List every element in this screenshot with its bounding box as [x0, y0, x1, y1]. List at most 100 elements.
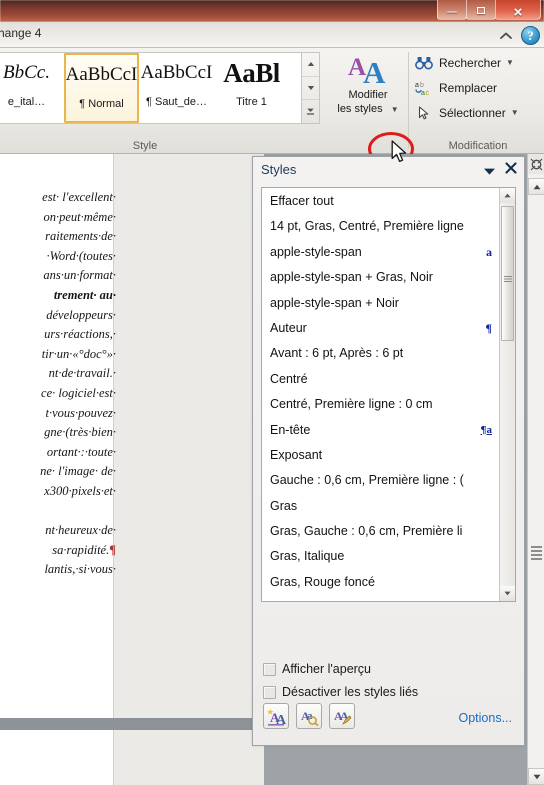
minimize-button[interactable]: ─ — [437, 0, 467, 20]
pane-close-icon[interactable] — [505, 162, 517, 176]
styles-list-scrollbar[interactable] — [499, 188, 515, 601]
styles-list-item-label: En-tête — [270, 422, 311, 437]
document-line-bold: trement· au· — [53, 287, 116, 302]
document-line: x300·pixels·et· — [44, 483, 116, 498]
styles-list-item[interactable]: Exposant — [262, 443, 499, 468]
modify-styles-label-2-text: les styles — [337, 103, 383, 115]
gallery-scroll-up-icon[interactable] — [302, 53, 319, 77]
help-icon[interactable]: ? — [521, 26, 540, 45]
document-line: ne· l'image· de· — [40, 464, 116, 479]
styles-list-item[interactable]: 14 pt, Gras, Centré, Première ligne — [262, 214, 499, 239]
styles-list-item[interactable]: Avant : 6 pt, Après : 6 pt — [262, 341, 499, 366]
styles-list-item-label: 14 pt, Gras, Centré, Première ligne — [270, 219, 464, 234]
styles-list-item[interactable]: Gras — [262, 494, 499, 519]
gallery-item-0[interactable]: BbCc. e_ital… — [0, 53, 64, 123]
document-background-2 — [114, 730, 264, 785]
styles-list-item[interactable]: Auteur ¶ — [262, 316, 499, 341]
styles-list-item[interactable]: apple-style-span + Noir — [262, 291, 499, 316]
styles-gallery[interactable]: BbCc. e_ital… AaBbCcI ¶ Normal AaBbCcI ¶… — [0, 52, 302, 124]
styles-list-item[interactable]: apple-style-span + Gras, Noir — [262, 265, 499, 290]
document-page-2[interactable] — [0, 730, 114, 785]
styles-list-item[interactable]: Centré — [262, 367, 499, 392]
find-button[interactable]: Rechercher ▼ — [412, 50, 544, 75]
replace-button[interactable]: a b a c Remplacer — [412, 75, 544, 100]
document-line: t·vous·pouvez· — [45, 405, 116, 420]
styles-list-item[interactable]: Gauche : 0,6 cm, Première ligne : ( — [262, 468, 499, 493]
ribbon: BbCc. e_ital… AaBbCcI ¶ Normal AaBbCcI ¶… — [0, 48, 544, 203]
tab-label[interactable]: hange 4 — [0, 26, 41, 40]
manage-styles-button[interactable]: A A — [329, 703, 355, 729]
scrollbar-thumb[interactable] — [531, 546, 542, 560]
show-preview-checkbox-row[interactable]: Afficher l'aperçu — [263, 662, 371, 676]
styles-list-item-label: apple-style-span — [270, 244, 362, 259]
disable-linked-styles-checkbox[interactable] — [263, 685, 276, 699]
select-button[interactable]: Sélectionner ▼ — [412, 100, 544, 125]
styles-list-item-label: Italique — [270, 595, 310, 601]
ribbon-group-style: BbCc. e_ital… AaBbCcI ¶ Normal AaBbCcI ¶… — [0, 48, 399, 154]
style-inspector-button[interactable]: A a — [296, 703, 322, 729]
styles-list-item[interactable]: Effacer tout — [262, 189, 499, 214]
gallery-scrollbar[interactable] — [302, 52, 320, 124]
gallery-scroll-down-icon[interactable] — [302, 77, 319, 101]
styles-list-item[interactable]: En-tête ¶a — [262, 418, 499, 443]
document-line: sa·rapidité.¶ — [52, 542, 116, 557]
close-icon: × — [513, 4, 523, 21]
gallery-item-normal[interactable]: AaBbCcI ¶ Normal — [64, 53, 139, 123]
document-line: trement· au· — [0, 286, 116, 306]
document-scrollbar[interactable] — [527, 154, 544, 785]
gallery-label: ¶ Saut_de… — [146, 96, 207, 108]
ribbon-tab-strip: hange 4 ? — [0, 22, 544, 48]
list-scroll-down-icon[interactable] — [500, 586, 515, 601]
maximize-button[interactable] — [466, 0, 496, 20]
pane-dropdown-icon[interactable] — [483, 165, 496, 179]
document-line: on·peut·même· — [43, 209, 116, 224]
group-title-style: Style — [132, 140, 158, 152]
binoculars-icon — [414, 54, 434, 72]
list-scroll-up-icon[interactable] — [500, 188, 515, 203]
styles-list-item[interactable]: Gras, Italique — [262, 544, 499, 569]
gallery-item-titre-1[interactable]: AaBl Titre 1 — [214, 53, 289, 123]
character-style-icon: a — [486, 244, 492, 259]
styles-list-item-label: Auteur — [270, 320, 307, 335]
replace-abc-icon: a b a c — [414, 79, 434, 97]
scroll-down-button[interactable] — [528, 768, 544, 785]
styles-list-item-label: Gras — [270, 498, 298, 513]
chevron-down-icon[interactable]: ▼ — [511, 108, 519, 117]
paragraph-style-icon: ¶ — [485, 320, 492, 335]
close-button[interactable]: × — [495, 0, 541, 20]
modify-styles-label-1: Modifier — [348, 89, 388, 101]
styles-list[interactable]: Effacer tout 14 pt, Gras, Centré, Premièr… — [262, 188, 499, 601]
maximize-icon — [477, 7, 485, 14]
gallery-item-saut-de[interactable]: AaBbCcI ¶ Saut_de… — [139, 53, 214, 123]
gallery-more-icon[interactable] — [302, 100, 319, 123]
styles-list-item[interactable]: Centré, Première ligne : 0 cm — [262, 392, 499, 417]
replace-label: Remplacer — [439, 80, 498, 95]
show-preview-label: Afficher l'aperçu — [282, 662, 372, 676]
options-link[interactable]: Options... — [459, 711, 513, 725]
styles-list-item[interactable]: Italique — [262, 595, 499, 601]
styles-list-item-label: apple-style-span + Gras, Noir — [270, 270, 433, 285]
styles-list-item-label: Gras, Rouge foncé — [270, 574, 375, 589]
disable-linked-styles-checkbox-row[interactable]: Désactiver les styles liés — [263, 685, 418, 699]
svg-text:a: a — [307, 710, 313, 722]
gallery-preview: AaBl — [223, 58, 280, 88]
styles-pane-button-bar: A A A a A A — [263, 703, 355, 729]
document-line: raitements·de· — [45, 229, 116, 244]
styles-list-item[interactable]: apple-style-span a — [262, 240, 499, 265]
document-page-1[interactable]: est· l'excellent· on·peut·même· raitements… — [0, 154, 116, 718]
document-line: ·Word·(toutes· — [46, 248, 116, 263]
new-style-button[interactable]: A A — [263, 703, 289, 729]
collapse-ribbon-icon[interactable] — [500, 30, 512, 40]
scroll-up-button[interactable] — [528, 178, 544, 195]
styles-list-item[interactable]: Gras, Rouge foncé — [262, 570, 499, 595]
styles-list-item[interactable]: Gras, Gauche : 0,6 cm, Première li — [262, 519, 499, 544]
show-preview-checkbox[interactable] — [263, 662, 276, 676]
styles-pane-title: Styles — [261, 162, 297, 177]
modify-styles-button[interactable]: A A Modifier les styles ▼ — [330, 50, 406, 126]
chevron-down-icon[interactable]: ▼ — [506, 58, 514, 67]
select-browse-object-icon[interactable] — [528, 154, 544, 174]
svg-text:a: a — [421, 90, 425, 96]
document-line: ortant·:·toute· — [46, 444, 116, 459]
styles-list-item-label: Gauche : 0,6 cm, Première ligne : ( — [270, 473, 464, 488]
list-scrollbar-thumb[interactable] — [501, 206, 514, 341]
